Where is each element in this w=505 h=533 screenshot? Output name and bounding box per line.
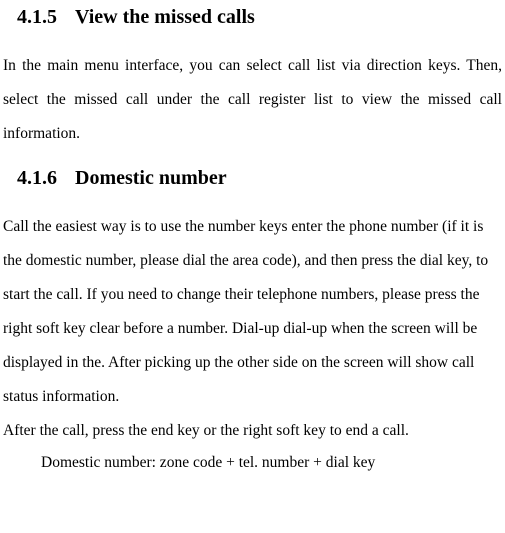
heading-title: View the missed calls	[75, 6, 255, 28]
paragraph-4-1-6-a: Call the easiest way is to use the numbe…	[3, 210, 502, 414]
paragraph-4-1-6-b: After the call, press the end key or the…	[3, 414, 502, 448]
heading-number: 4.1.6	[17, 167, 57, 190]
document-page: 4.1.5 View the missed calls In the main m…	[0, 0, 505, 476]
heading-4-1-6: 4.1.6 Domestic number	[17, 167, 502, 190]
heading-title: Domestic number	[75, 167, 227, 189]
note-domestic-number: Domestic number: zone code + tel. number…	[41, 450, 502, 476]
heading-number: 4.1.5	[17, 6, 57, 29]
heading-4-1-5: 4.1.5 View the missed calls	[17, 6, 502, 29]
paragraph-4-1-5: In the main menu interface, you can sele…	[3, 49, 502, 151]
